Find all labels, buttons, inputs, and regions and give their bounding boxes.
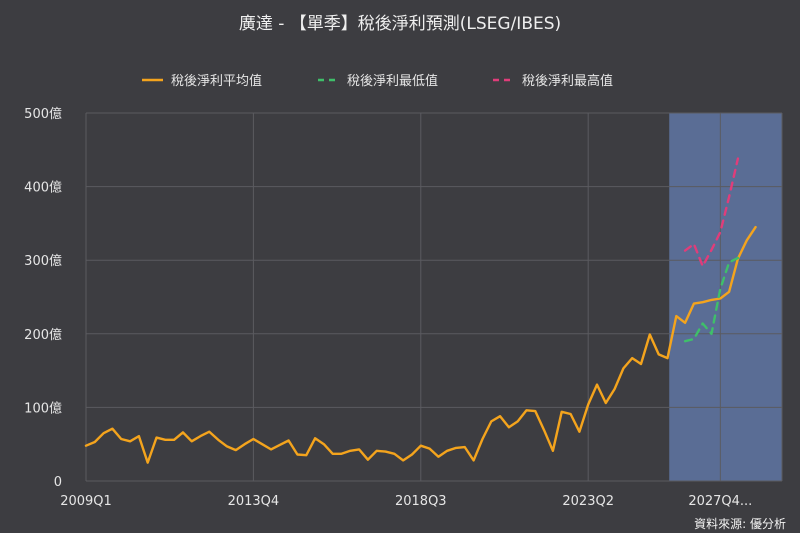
x-tick-label: 2013Q4 (228, 494, 280, 509)
chart-title: 廣達 - 【單季】稅後淨利預測(LSEG/IBES) (239, 14, 561, 34)
y-tick-label: 100億 (24, 400, 62, 416)
legend-label: 稅後淨利平均值 (171, 73, 262, 89)
y-tick-label: 300億 (24, 253, 62, 269)
x-tick-label: 2009Q1 (60, 494, 112, 509)
axes: 0 100億 200億 300億 400億 500億 2009Q1 2013Q4 2018Q3 2… (24, 106, 752, 509)
y-tick-label: 0 (54, 475, 62, 490)
legend-label: 稅後淨利最高值 (522, 73, 613, 89)
source-note: 資料來源: 優分析 (694, 517, 786, 531)
legend: 稅後淨利平均值 稅後淨利最低值 稅後淨利最高值 (142, 73, 613, 89)
y-tick-label: 200億 (24, 327, 62, 343)
y-tick-label: 500億 (24, 106, 62, 122)
x-tick-label: 2018Q3 (395, 494, 447, 509)
line-chart: 廣達 - 【單季】稅後淨利預測(LSEG/IBES) 稅後淨利平均值 稅後淨利最低… (24, 14, 786, 531)
forecast-shade (669, 113, 782, 481)
x-tick-label: 2023Q2 (562, 494, 614, 509)
forecast-shade-rect (669, 113, 782, 481)
chart-container: 廣達 - 【單季】稅後淨利預測(LSEG/IBES) 稅後淨利平均值 稅後淨利最低… (0, 0, 800, 533)
y-tick-label: 400億 (24, 180, 62, 196)
legend-label: 稅後淨利最低值 (347, 73, 438, 89)
x-tick-label: 2027Q4... (688, 494, 752, 509)
